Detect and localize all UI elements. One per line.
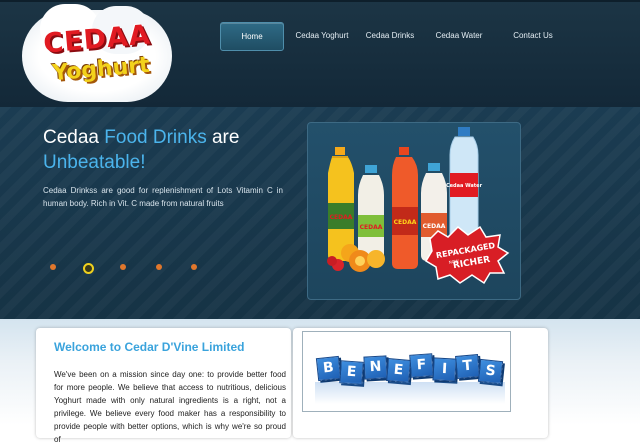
nav-cedaa-yoghurt[interactable]: Cedaa Yoghurt	[294, 22, 350, 49]
benefits-panel: B E N E F I T S	[293, 328, 548, 438]
slider-dot-4[interactable]	[156, 264, 162, 270]
bottle-milk-1: CEDAA	[358, 165, 384, 261]
welcome-title: Welcome to Cedar D'Vine Limited	[54, 340, 245, 354]
welcome-panel: Welcome to Cedar D'Vine Limited We've be…	[36, 328, 291, 444]
bottle-strawberry: CEDAA	[392, 147, 418, 269]
bottle-label-2: CEDAA	[360, 224, 383, 231]
benefits-letter-5: F	[409, 353, 434, 378]
bottle-label-4: CEDAA	[423, 223, 446, 230]
benefits-letter-6: I	[432, 357, 457, 382]
bottle-label-1: CEDAA	[330, 214, 353, 221]
slider-dot-2[interactable]	[83, 263, 94, 274]
nav-cedaa-drinks[interactable]: Cedaa Drinks	[364, 22, 416, 49]
nav-cedaa-water[interactable]: Cedaa Water	[434, 22, 484, 49]
benefits-image[interactable]: B E N E F I T S	[302, 331, 511, 412]
hero-title-accent: Food Drinks	[104, 127, 207, 148]
benefits-reflection	[315, 382, 505, 404]
hero-title-unbeatable: Unbeatable!	[43, 152, 146, 173]
site-header: CEDAA Yoghurt Home Cedaa Yoghurt Cedaa D…	[0, 0, 640, 107]
benefits-letter-4: E	[386, 358, 411, 383]
hero-description: Cedaa Drinkss are good for replenishment…	[43, 186, 283, 208]
welcome-text: We've been on a mission since day one: t…	[54, 370, 286, 444]
benefits-letter-1: B	[315, 355, 342, 382]
benefits-letter-3: N	[363, 355, 388, 380]
slider-dot-3[interactable]	[120, 264, 126, 270]
hero-title: Cedaa Food Drinks are Unbeatable!	[43, 125, 293, 175]
hero-title-part1: Cedaa	[43, 127, 105, 148]
water-label: Cedaa Water	[446, 183, 483, 189]
hero-slider: Cedaa Food Drinks are Unbeatable! Cedaa …	[0, 107, 640, 319]
benefits-letter-8: S	[477, 358, 504, 385]
bottle-label-3: CEDAA	[394, 219, 417, 226]
slider-dot-1[interactable]	[50, 264, 56, 270]
benefits-letter-7: T	[455, 354, 480, 379]
content-area: Welcome to Cedar D'Vine Limited We've be…	[0, 319, 640, 444]
nav-home[interactable]: Home	[220, 22, 284, 51]
hero-product-image: CEDAA CEDAA CEDAA CEDAA Cedaa Water REPA…	[307, 122, 521, 300]
hero-title-part2: are	[206, 127, 240, 148]
slider-dot-5[interactable]	[191, 264, 197, 270]
bottle-pineapple: CEDAA	[328, 147, 354, 261]
product-bottles-illustration: CEDAA CEDAA CEDAA CEDAA Cedaa Water REPA…	[327, 127, 510, 285]
repackaged-badge: REPACKAGED NOW RICHER	[424, 225, 510, 285]
nav-contact-us[interactable]: Contact Us	[508, 22, 558, 49]
